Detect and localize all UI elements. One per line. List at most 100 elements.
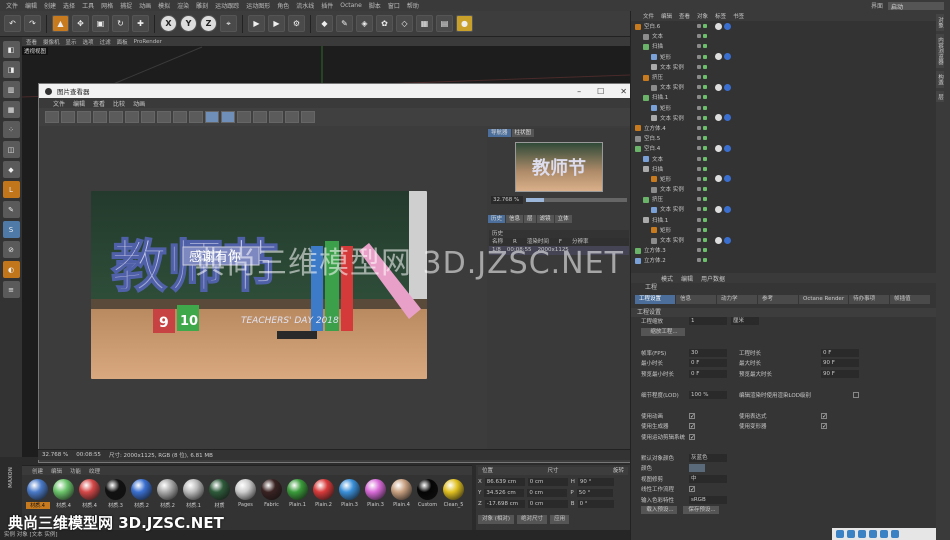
material-tag-icon[interactable] <box>715 205 722 213</box>
visibility-dot-icon[interactable] <box>703 227 707 232</box>
lod-field[interactable]: 100 % <box>689 390 727 399</box>
tab-dynamics[interactable]: 动力学 <box>717 295 757 304</box>
clip-select[interactable]: 中 <box>689 474 727 483</box>
save-preset-button[interactable]: 保存预设... <box>683 506 719 514</box>
render-view-icon[interactable]: ▶ <box>248 15 265 32</box>
material-swatch[interactable]: Custom <box>416 479 439 509</box>
visibility-dot-icon[interactable] <box>703 85 707 90</box>
visibility-dot-icon[interactable] <box>697 54 701 59</box>
snap-icon[interactable]: S <box>2 221 20 238</box>
visibility-flags[interactable] <box>697 95 707 100</box>
object-row[interactable]: 矩形 <box>631 225 950 235</box>
points-mode-icon[interactable]: ⁘ <box>2 121 20 138</box>
scale-icon[interactable]: ▣ <box>92 15 109 32</box>
tab-objects[interactable]: 对象 <box>936 14 944 31</box>
z-axis-button[interactable]: Z <box>200 15 217 32</box>
menu-item[interactable]: 雕刻 <box>196 1 208 10</box>
render-picture-viewer-icon[interactable]: ▶ <box>268 15 285 32</box>
size-mode-select[interactable]: 绝对尺寸 <box>517 515 548 524</box>
visibility-dot-icon[interactable] <box>697 227 701 232</box>
rot-h-field[interactable]: 90 ° <box>577 478 614 486</box>
attr-menu-item[interactable]: 模式 <box>661 274 673 283</box>
visibility-flags[interactable] <box>697 64 707 69</box>
material-tag-icon[interactable] <box>715 53 722 61</box>
object-row[interactable]: 文本 实例 <box>631 113 950 123</box>
lock-icon[interactable]: ⊘ <box>2 241 20 258</box>
mat-menu-item[interactable]: 功能 <box>70 467 81 475</box>
visibility-flags[interactable] <box>697 238 707 243</box>
workplane-icon[interactable]: ▦ <box>2 101 20 118</box>
visibility-dot-icon[interactable] <box>697 207 701 212</box>
material-tag-icon[interactable] <box>724 114 731 122</box>
material-tag-icon[interactable] <box>724 53 731 61</box>
menu-item[interactable]: 帮助 <box>407 1 419 10</box>
recent-tool-icon[interactable]: ✚ <box>132 15 149 32</box>
visibility-flags[interactable] <box>697 176 707 181</box>
light-icon[interactable]: ● <box>456 15 473 32</box>
visibility-flags[interactable] <box>697 258 707 263</box>
texture-mode-icon[interactable]: ▥ <box>2 81 20 98</box>
mat-menu-item[interactable]: 纹理 <box>89 467 100 475</box>
grid-icon[interactable] <box>77 111 91 123</box>
material-tag-icon[interactable] <box>715 236 722 244</box>
menu-item[interactable]: 网格 <box>101 1 113 10</box>
object-row[interactable]: 文本 实例 <box>631 62 950 72</box>
channel-a-icon[interactable] <box>285 111 299 123</box>
visibility-flags[interactable] <box>697 34 707 39</box>
workplane-lock-icon[interactable]: ◐ <box>2 261 20 278</box>
fit-size-icon[interactable] <box>221 111 235 123</box>
maximize-icon[interactable]: ☐ <box>597 87 604 96</box>
material-swatch[interactable]: Plain.3 <box>364 479 387 509</box>
max-time-field[interactable]: 90 F <box>821 359 859 367</box>
fps-field[interactable]: 30 <box>689 348 727 357</box>
material-swatch[interactable]: Clean_5 <box>442 479 465 509</box>
material-tag-icon[interactable] <box>724 83 731 91</box>
edges-mode-icon[interactable]: ◫ <box>2 141 20 158</box>
object-row[interactable]: 文本 实例 <box>631 82 950 92</box>
layout-select[interactable]: 启动 <box>888 1 944 11</box>
menu-item[interactable]: 角色 <box>277 1 289 10</box>
layers-icon[interactable]: ≡ <box>2 281 20 298</box>
object-row[interactable]: 文本 实例 <box>631 235 950 245</box>
project-time-field[interactable]: 0 F <box>821 348 859 357</box>
visibility-dot-icon[interactable] <box>703 105 707 110</box>
rendered-image[interactable]: 教师节 感谢有你 9 10 TEACHERS' DAY 2018 <box>91 191 427 379</box>
visibility-flags[interactable] <box>697 227 707 232</box>
visibility-flags[interactable] <box>697 54 707 59</box>
visibility-flags[interactable] <box>697 136 707 141</box>
material-swatch[interactable]: 材质.2 <box>156 479 179 509</box>
material-tag-icon[interactable] <box>724 22 731 30</box>
tab-structure[interactable]: 构造 <box>936 70 944 88</box>
material-tag-icon[interactable] <box>724 205 731 213</box>
visibility-flags[interactable] <box>697 248 707 253</box>
viewport-menu-item[interactable]: 摄像机 <box>43 38 60 46</box>
use-generators-checkbox[interactable]: ✓ <box>689 423 695 430</box>
polygons-mode-icon[interactable]: ◆ <box>2 161 20 178</box>
pos-y-field[interactable]: 34.526 cm <box>484 489 525 497</box>
linear-workflow-checkbox[interactable]: ✓ <box>689 486 695 493</box>
material-swatch[interactable]: 材质.4 <box>52 479 75 509</box>
deformer-icon[interactable]: ◇ <box>396 15 413 32</box>
tab-project-settings[interactable]: 工程设置 <box>635 295 675 304</box>
object-row[interactable]: 空白.4 <box>631 143 950 153</box>
visibility-dot-icon[interactable] <box>703 125 707 130</box>
visibility-dot-icon[interactable] <box>697 34 701 39</box>
menu-item[interactable]: 捕捉 <box>120 1 132 10</box>
tab-stereo[interactable]: 立体 <box>554 215 572 223</box>
open-icon[interactable] <box>45 111 59 123</box>
menu-item[interactable]: 选择 <box>63 1 75 10</box>
visibility-dot-icon[interactable] <box>703 75 707 80</box>
camera-icon[interactable]: ▤ <box>436 15 453 32</box>
object-row[interactable]: 空白.6 <box>631 21 950 31</box>
visibility-dot-icon[interactable] <box>703 34 707 39</box>
visibility-flags[interactable] <box>697 75 707 80</box>
minimize-icon[interactable]: – <box>577 87 581 96</box>
object-row[interactable]: 立方体.2 <box>631 255 950 265</box>
visibility-flags[interactable] <box>697 125 707 130</box>
visibility-dot-icon[interactable] <box>697 136 701 141</box>
material-swatch[interactable]: 材质 <box>208 479 231 509</box>
visibility-dot-icon[interactable] <box>697 187 701 192</box>
tab-info[interactable]: 信息 <box>676 295 716 304</box>
visibility-flags[interactable] <box>697 24 707 29</box>
visibility-dot-icon[interactable] <box>703 24 707 29</box>
